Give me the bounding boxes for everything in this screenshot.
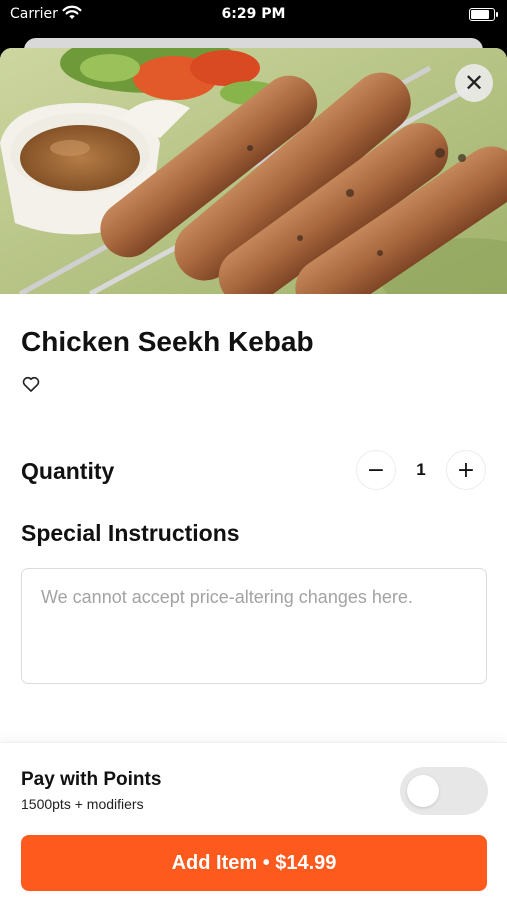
quantity-value: 1 — [416, 460, 426, 479]
close-icon: ✕ — [463, 69, 485, 97]
special-instructions-label: Special Instructions — [21, 520, 240, 546]
minus-icon: − — [366, 457, 386, 483]
close-button[interactable]: ✕ — [455, 64, 493, 102]
pay-with-points-toggle[interactable] — [400, 767, 488, 815]
status-bar: Carrier 6:29 PM — [0, 0, 507, 30]
checkout-footer: Pay with Points 1500pts + modifiers Add … — [0, 742, 507, 900]
battery-icon — [469, 8, 498, 21]
toggle-knob — [407, 775, 439, 807]
status-time: 6:29 PM — [221, 6, 286, 22]
add-item-button[interactable]: Add Item • $14.99 — [21, 835, 487, 891]
kebab-photo: ✕ — [0, 48, 507, 294]
decrease-quantity-button[interactable]: − — [356, 450, 396, 490]
pay-with-points-subtitle: 1500pts + modifiers — [21, 796, 144, 812]
increase-quantity-button[interactable]: + — [446, 450, 486, 490]
plus-icon: + — [456, 457, 476, 483]
heart-outline-icon[interactable] — [21, 374, 41, 394]
item-title: Chicken Seekh Kebab — [21, 326, 314, 357]
item-detail-sheet: ✕ Chicken Seekh Kebab Quantity − 1 + Spe… — [0, 48, 507, 900]
quantity-label: Quantity — [21, 458, 115, 484]
pay-with-points-title: Pay with Points — [21, 769, 162, 790]
special-instructions-input[interactable] — [21, 568, 487, 684]
